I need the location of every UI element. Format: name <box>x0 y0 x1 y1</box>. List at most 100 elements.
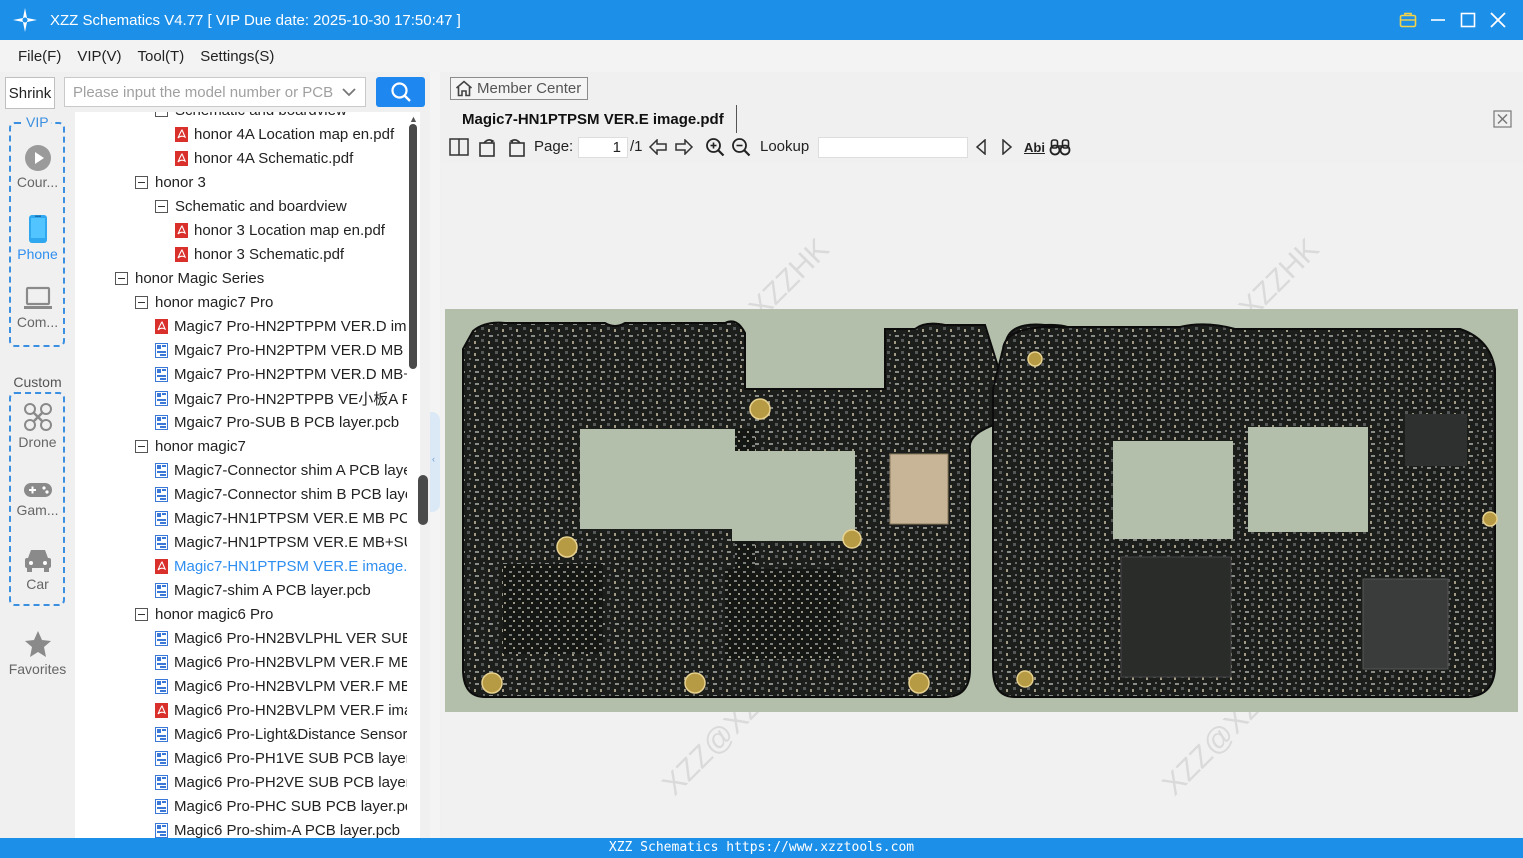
tree-file[interactable]: Magic7-HN1PTPSM VER.E image.pdf <box>155 554 408 578</box>
close-tab-icon[interactable] <box>1493 110 1512 128</box>
menu-settings[interactable]: Settings(S) <box>200 48 274 65</box>
arrow-left-icon[interactable] <box>647 137 669 157</box>
tree-folder[interactable]: honor magic6 Pro <box>135 602 273 626</box>
tree-file[interactable]: Mgaic7 Pro-HN2PTPM VER.D MB PCB layer.pc… <box>155 338 408 362</box>
tree-folder[interactable]: Schematic and boardview <box>155 194 347 218</box>
member-center-label: Member Center <box>477 80 582 97</box>
collapse-toggle-icon[interactable] <box>135 607 148 621</box>
pcb-file-icon <box>155 822 168 838</box>
pcb-file-icon <box>155 750 168 766</box>
chevron-down-icon[interactable] <box>341 84 357 100</box>
collapse-toggle-icon[interactable] <box>115 271 128 285</box>
tree-file[interactable]: Magic7-Connector shim A PCB layer.pcb <box>155 458 408 482</box>
minimize-button[interactable] <box>1423 0 1453 40</box>
tree-folder[interactable]: Schematic and boardview <box>155 112 347 122</box>
category-phone[interactable]: Phone <box>0 214 75 262</box>
tree-file[interactable]: honor 3 Schematic.pdf <box>175 242 344 266</box>
tree-scrollbar[interactable]: ▲ <box>407 112 420 838</box>
tree-item-label: Magic6 Pro-Light&Distance Sensor PCB lay… <box>174 725 408 743</box>
tree-folder[interactable]: honor Magic Series <box>115 266 264 290</box>
tree-file[interactable]: Magic6 Pro-PHC SUB PCB layer.pcb <box>155 794 408 818</box>
model-search-input[interactable]: Please input the model number or PCB <box>64 77 366 107</box>
tree-item-label: Magic6 Pro-HN2BVLPM VER.F MB+SUB PCB lay… <box>174 677 408 695</box>
tree-file[interactable]: Magic7-Connector shim B PCB layer.pcb <box>155 482 408 506</box>
tree-file[interactable]: Mgaic7 Pro-HN2PTPM VER.D MB+SUB PCB laye… <box>155 362 408 386</box>
tree-folder[interactable]: honor magic7 Pro <box>135 290 273 314</box>
collapse-toggle-icon[interactable] <box>135 439 148 453</box>
category-game-label: Gam... <box>16 502 59 518</box>
collapse-toggle-icon[interactable] <box>155 199 168 213</box>
category-drone-label: Drone <box>18 434 57 450</box>
tree-file[interactable]: Magic6 Pro-HN2BVLPM VER.F MB PCB layer.p… <box>155 650 408 674</box>
tree-item-label: Mgaic7 Pro-SUB B PCB layer.pcb <box>174 413 400 431</box>
search-placeholder: Please input the model number or PCB <box>73 83 334 101</box>
search-icon <box>390 82 411 102</box>
rotate-counterclockwise-icon[interactable] <box>505 137 527 157</box>
pdf-file-icon <box>155 702 168 718</box>
tree-file[interactable]: Magic6 Pro-HN2BVLPHL VER SUB PCB layer.p… <box>155 626 408 650</box>
member-center-button[interactable]: Member Center <box>450 77 588 100</box>
tree-file[interactable]: Magic6 Pro-PH1VE SUB PCB layer.pcb <box>155 746 408 770</box>
tree-scroll-thumb[interactable] <box>409 124 417 369</box>
close-button[interactable] <box>1483 0 1513 40</box>
tree-file[interactable]: Magic6 Pro-PH2VE SUB PCB layer.pcb <box>155 770 408 794</box>
collapse-toggle-icon[interactable] <box>155 112 168 117</box>
tree-file[interactable]: Magic6 Pro-shim-A PCB layer.pcb <box>155 818 400 838</box>
lookup-input[interactable] <box>818 137 968 158</box>
sidebar-toggle-icon[interactable] <box>448 137 470 157</box>
panel-scroll-thumb[interactable] <box>418 475 428 525</box>
match-case-button[interactable]: Abi <box>1024 140 1045 155</box>
category-computer[interactable]: Com... <box>0 286 75 330</box>
tree-item-label: honor 3 <box>155 173 206 191</box>
pdf-file-icon <box>175 246 188 262</box>
menu-file[interactable]: File(F) <box>18 48 61 65</box>
tree-item-label: Schematic and boardview <box>175 197 347 215</box>
tree-file[interactable]: Magic6 Pro-Light&Distance Sensor PCB lay… <box>155 722 408 746</box>
tab-document[interactable]: Magic7-HN1PTPSM VER.E image.pdf <box>450 105 737 133</box>
category-car[interactable]: Car <box>0 546 75 592</box>
tree-file[interactable]: Magic7 Pro-HN2PTPPM VER.D image.pdf <box>155 314 408 338</box>
category-drone[interactable]: Drone <box>0 402 75 450</box>
page-number-input[interactable]: 1 <box>578 137 628 158</box>
tree-file[interactable]: Magic6 Pro-HN2BVLPM VER.F image.pdf <box>155 698 408 722</box>
tree-item-label: Magic6 Pro-HN2BVLPHL VER SUB PCB layer.p… <box>174 629 408 647</box>
tree-file[interactable]: Magic7-HN1PTPSM VER.E MB+SUB PCB layer.p… <box>155 530 408 554</box>
pdf-viewer[interactable]: XZZ@XZZHK XZZ@XZZHK XZZ@XZZHK XZZ@XZZHK <box>441 163 1523 838</box>
collapse-toggle-icon[interactable] <box>135 175 148 189</box>
scroll-up-icon[interactable]: ▲ <box>409 114 418 124</box>
pdf-file-icon <box>175 150 188 166</box>
category-game[interactable]: Gam... <box>0 480 75 518</box>
menu-tool[interactable]: Tool(T) <box>138 48 185 65</box>
tree-file[interactable]: honor 4A Schematic.pdf <box>175 146 353 170</box>
zoom-in-icon[interactable] <box>704 137 726 157</box>
collapse-toggle-icon[interactable] <box>135 295 148 309</box>
tree-file[interactable]: honor 3 Location map en.pdf <box>175 218 385 242</box>
next-result-icon[interactable] <box>996 137 1018 157</box>
shrink-button[interactable]: Shrink <box>5 77 55 109</box>
tree-folder[interactable]: honor magic7 <box>135 434 246 458</box>
collapse-handle[interactable]: ‹ <box>430 412 440 512</box>
tree-item-label: Mgaic7 Pro-HN2PTPPB VE小板A PCB layer.pcb <box>174 390 408 408</box>
maximize-button[interactable] <box>1453 0 1483 40</box>
tree-file[interactable]: Magic6 Pro-HN2BVLPM VER.F MB+SUB PCB lay… <box>155 674 408 698</box>
tree-item-label: Schematic and boardview <box>175 112 347 119</box>
arrow-right-icon[interactable] <box>673 137 695 157</box>
menu-vip[interactable]: VIP(V) <box>77 48 121 65</box>
tree-file[interactable]: Mgaic7 Pro-SUB B PCB layer.pcb <box>155 410 399 434</box>
search-button[interactable] <box>376 77 425 107</box>
tree-file[interactable]: Magic7-HN1PTPSM VER.E MB PCB layer.pcb <box>155 506 408 530</box>
rotate-clockwise-icon[interactable] <box>477 137 499 157</box>
category-computer-label: Com... <box>16 314 59 330</box>
vip-bag-icon[interactable] <box>1393 0 1423 40</box>
panel-splitter[interactable]: ‹ <box>430 72 440 838</box>
zoom-out-icon[interactable] <box>730 137 752 157</box>
pcb-file-icon <box>155 726 168 742</box>
binoculars-icon[interactable] <box>1049 137 1071 157</box>
favorites-button[interactable]: Favorites <box>0 629 75 677</box>
tree-file[interactable]: Magic7-shim A PCB layer.pcb <box>155 578 371 602</box>
tree-file[interactable]: honor 4A Location map en.pdf <box>175 122 394 146</box>
category-course[interactable]: Cour... <box>0 144 75 190</box>
previous-result-icon[interactable] <box>970 137 992 157</box>
tree-file[interactable]: Mgaic7 Pro-HN2PTPPB VE小板A PCB layer.pcb <box>155 386 408 410</box>
tree-folder[interactable]: honor 3 <box>135 170 206 194</box>
